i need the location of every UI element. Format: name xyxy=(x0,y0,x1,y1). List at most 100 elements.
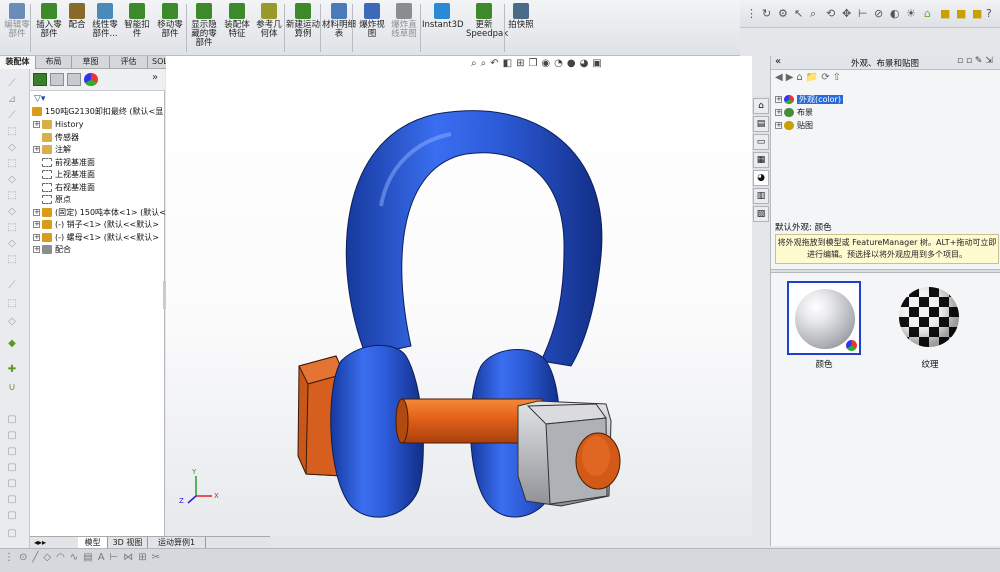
filter-icon[interactable]: ▽▾ xyxy=(34,94,45,104)
strip-icon[interactable]: ⊿ xyxy=(6,95,18,105)
ribbon-button-reference-geometry[interactable]: 参考几何体 xyxy=(254,3,284,53)
feature-manager-tab-icon[interactable] xyxy=(33,73,47,86)
resources-tab-icon[interactable]: ⌂ xyxy=(753,98,769,114)
strip-icon[interactable]: ◇ xyxy=(6,175,18,185)
nav-arrows-icon[interactable]: ◂▸▸ xyxy=(34,538,46,547)
ribbon-button-instant3d[interactable]: Instant3D xyxy=(422,3,464,53)
tree-node[interactable]: + (-) 销子<1> (默认<<默认> xyxy=(33,219,159,231)
appearance-swatch-1[interactable] xyxy=(893,281,967,355)
help-icon[interactable]: ? xyxy=(986,7,992,20)
section-icon[interactable]: ⊘ xyxy=(874,7,883,20)
expand-toggle-icon[interactable]: + xyxy=(33,221,40,228)
select-icon[interactable]: ↖ xyxy=(794,7,803,20)
strip-icon[interactable]: ⟋ xyxy=(6,79,18,89)
strip-icon[interactable]: ⟋ xyxy=(6,111,18,121)
tree-node[interactable]: + 配合 xyxy=(33,244,71,256)
strip-icon[interactable]: ◇ xyxy=(6,239,18,249)
trim-icon[interactable]: ✂ xyxy=(152,552,165,563)
strip-icon[interactable]: ▢ xyxy=(6,495,18,505)
save-icon[interactable]: ■ xyxy=(940,7,950,20)
expand-toggle-icon[interactable]: + xyxy=(33,233,40,241)
hatch-icon[interactable]: ▤ xyxy=(83,552,97,563)
zoom-icon[interactable]: ⌕ xyxy=(810,7,816,21)
tree-node[interactable]: + (固定) 150吨本体<1> (默认< xyxy=(33,207,166,219)
options-icon[interactable]: ⚙ xyxy=(778,7,788,20)
strip-icon[interactable]: ▢ xyxy=(6,447,18,457)
expand-toggle-icon[interactable]: + xyxy=(33,246,40,253)
rebuild-icon[interactable]: ↻ xyxy=(762,7,771,20)
print-icon[interactable]: ■ xyxy=(956,7,966,20)
properties-icon[interactable]: ■ xyxy=(972,7,982,20)
display-style-icon[interactable]: ◐ xyxy=(890,7,900,20)
expand-toggle-icon[interactable]: + xyxy=(33,121,40,128)
ribbon-button-new-motion-study[interactable]: 新建运动算例 xyxy=(286,3,320,53)
tree-node[interactable]: + (-) 螺母<1> (默认<<默认> xyxy=(33,232,159,244)
ribbon-button-assembly-features[interactable]: 装配体特征 xyxy=(222,3,252,53)
forum-tab-icon[interactable]: ▧ xyxy=(753,206,769,222)
tree-node[interactable]: 原点 xyxy=(33,194,71,206)
lighting-icon[interactable]: ☀ xyxy=(906,7,916,20)
expand-toggle-icon[interactable]: + xyxy=(775,122,782,129)
ribbon-button-insert-component[interactable]: 插入零部件 xyxy=(34,3,64,53)
spline-icon[interactable]: ∿ xyxy=(70,552,83,563)
ribbon-button-explode-line-sketch[interactable]: 爆炸直线草图 xyxy=(388,3,420,53)
sketch-relations-icon[interactable]: ✚ xyxy=(6,365,18,375)
ribbon-button-edit-part[interactable]: 编辑零部件 xyxy=(2,3,32,53)
appearances-tab-icon[interactable]: ◕ xyxy=(753,170,769,186)
strip-icon[interactable]: ▢ xyxy=(6,529,18,539)
appearance-tree-item[interactable]: + 布景 xyxy=(775,107,813,119)
tab-3[interactable]: 评估 xyxy=(110,56,148,69)
display-manager-tab-icon[interactable] xyxy=(84,73,98,86)
ribbon-button-show-hidden[interactable]: 显示隐藏的零部件 xyxy=(188,3,220,53)
appearance-tree-item[interactable]: + 外观(color) xyxy=(775,94,843,106)
ribbon-button-smart-fasteners[interactable]: 智能扣件 xyxy=(122,3,152,53)
design-library-tab-icon[interactable]: ▤ xyxy=(753,116,769,132)
line-icon[interactable]: ╱ xyxy=(32,552,43,563)
expand-panel-icon[interactable]: » xyxy=(152,72,158,83)
strip-icon[interactable]: ◇ xyxy=(6,317,18,327)
configuration-manager-tab-icon[interactable] xyxy=(67,73,81,86)
ribbon-button-linear-pattern[interactable]: 线性零部件... xyxy=(90,3,120,53)
strip-icon[interactable]: ◇ xyxy=(6,143,18,153)
forward-icon[interactable]: ▶ xyxy=(786,72,797,83)
tree-root[interactable]: 150吨G2130卸扣最终 (默认<显 xyxy=(32,106,163,118)
strip-icon[interactable]: ⬚ xyxy=(6,223,18,233)
appearance-swatch-0[interactable] xyxy=(787,281,861,355)
tree-node[interactable]: 上视基准面 xyxy=(33,169,95,181)
collapse-pane-icon[interactable]: « xyxy=(775,56,781,67)
text-icon[interactable]: A xyxy=(98,552,110,563)
file-explorer-tab-icon[interactable]: ▭ xyxy=(753,134,769,150)
add-folder-icon[interactable]: 📁 xyxy=(806,72,821,83)
ribbon-button-speedpak[interactable]: 更新Speedpak xyxy=(466,3,508,53)
strip-icon[interactable]: ⬚ xyxy=(6,127,18,137)
expand-toggle-icon[interactable]: + xyxy=(33,146,40,153)
expand-toggle-icon[interactable]: + xyxy=(33,208,40,216)
tree-node[interactable]: 右视基准面 xyxy=(33,182,95,194)
spline-icon[interactable]: ∪ xyxy=(6,383,18,393)
mirror-icon[interactable]: ⋈ xyxy=(123,552,138,563)
tree-node[interactable]: + History xyxy=(33,119,83,131)
arc-icon[interactable]: ◠ xyxy=(56,552,70,563)
strip-icon[interactable]: ▢ xyxy=(6,415,18,425)
pan-icon[interactable]: ✥ xyxy=(842,7,851,20)
strip-icon[interactable]: ◇ xyxy=(6,207,18,217)
home-icon[interactable]: ⌂ xyxy=(924,7,931,20)
smart-dimension-icon[interactable]: ◆ xyxy=(6,339,18,349)
dimension-icon[interactable]: ⊢ xyxy=(110,552,124,563)
tree-node[interactable]: 前视基准面 xyxy=(33,157,95,169)
document-tab-1[interactable]: 3D 视图 xyxy=(108,537,148,548)
home-icon[interactable]: ⌂ xyxy=(796,72,805,83)
ribbon-button-snapshot[interactable]: 拍快照 xyxy=(506,3,536,53)
tab-1[interactable]: 布局 xyxy=(36,56,72,69)
appearance-tree-item[interactable]: + 贴图 xyxy=(775,120,813,132)
measure-icon[interactable]: ⊢ xyxy=(858,7,868,20)
polygon-icon[interactable]: ◇ xyxy=(43,552,56,563)
strip-icon[interactable]: ▢ xyxy=(6,431,18,441)
tab-2[interactable]: 草图 xyxy=(72,56,110,69)
strip-icon[interactable]: ⬚ xyxy=(6,159,18,169)
expand-toggle-icon[interactable]: + xyxy=(775,109,782,116)
pane-splitter[interactable] xyxy=(771,269,1000,273)
shackle-model[interactable]: Y X Z xyxy=(166,56,752,536)
circle-icon[interactable]: ⊙ xyxy=(19,552,32,563)
expand-toggle-icon[interactable]: + xyxy=(775,96,782,103)
